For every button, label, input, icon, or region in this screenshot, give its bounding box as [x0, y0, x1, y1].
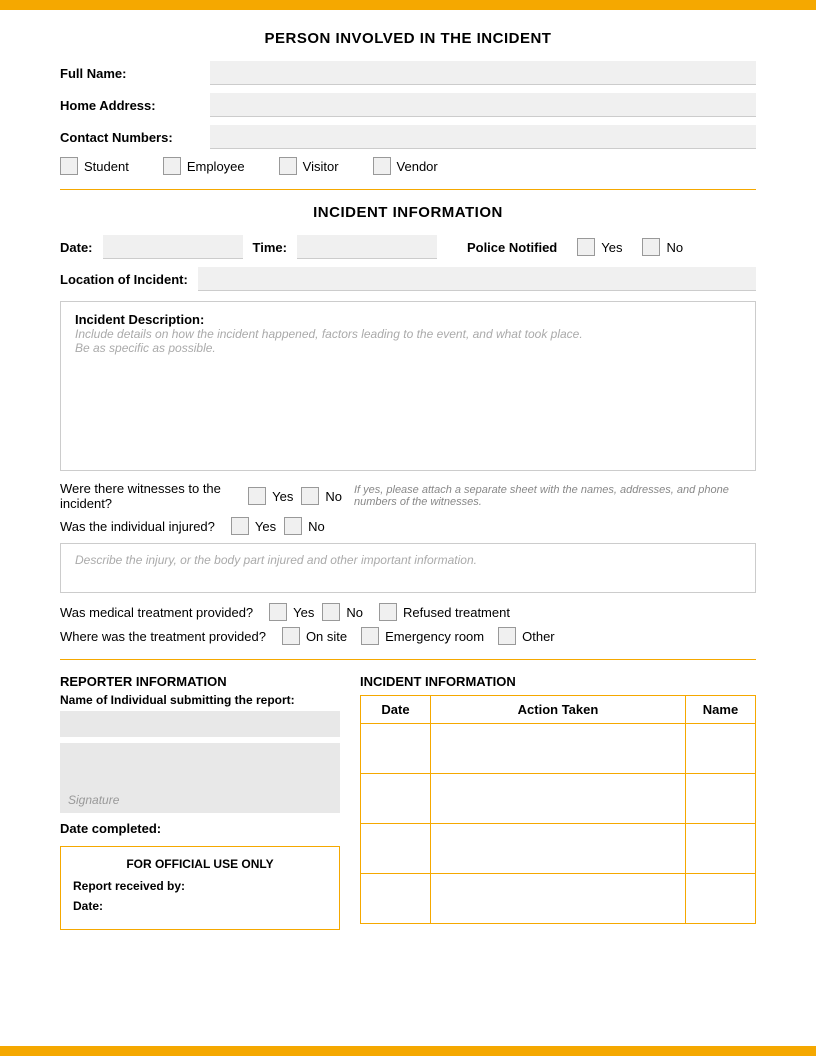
contact-numbers-input[interactable]: [210, 125, 756, 149]
emergency-room-checkbox[interactable]: [361, 627, 379, 645]
injured-yes-label: Yes: [255, 519, 276, 534]
time-input[interactable]: [297, 235, 437, 259]
date-input[interactable]: [103, 235, 243, 259]
witness-label: Were there witnesses to the incident?: [60, 481, 232, 511]
location-label: Location of Incident:: [60, 272, 188, 287]
refused-treatment-label: Refused treatment: [403, 605, 510, 620]
row2-date: [361, 774, 431, 824]
witness-no-label: No: [325, 489, 342, 504]
row3-name: [686, 824, 756, 874]
row4-name: [686, 874, 756, 924]
table-row: [361, 724, 756, 774]
injured-no-checkbox[interactable]: [284, 517, 302, 535]
table-row: [361, 774, 756, 824]
table-row: [361, 824, 756, 874]
date-completed-label: Date completed:: [60, 821, 161, 836]
employee-label: Employee: [187, 159, 245, 174]
official-date-label: Date:: [73, 899, 103, 913]
time-label: Time:: [253, 240, 287, 255]
row2-name: [686, 774, 756, 824]
medical-yes-label: Yes: [293, 605, 314, 620]
home-address-input[interactable]: [210, 93, 756, 117]
witness-yes-label: Yes: [272, 489, 293, 504]
row3-date: [361, 824, 431, 874]
on-site-label: On site: [306, 629, 347, 644]
medical-yes-checkbox[interactable]: [269, 603, 287, 621]
report-received-label: Report received by:: [73, 879, 185, 893]
table-row: [361, 874, 756, 924]
row3-action: [431, 824, 686, 874]
contact-numbers-label: Contact Numbers:: [60, 130, 210, 145]
divider-2: [60, 659, 756, 660]
injury-placeholder: Describe the injury, or the body part in…: [75, 553, 477, 567]
description-box: Incident Description: Include details on…: [60, 301, 756, 471]
witness-yes-checkbox[interactable]: [248, 487, 266, 505]
employee-checkbox-group: Employee: [163, 157, 245, 175]
injured-no-label: No: [308, 519, 325, 534]
person-section-title: PERSON INVOLVED IN THE INCIDENT: [60, 30, 756, 47]
col-action-taken: Action Taken: [431, 696, 686, 724]
police-no-label: No: [666, 240, 683, 255]
police-no-checkbox[interactable]: [642, 238, 660, 256]
action-table: Date Action Taken Name: [360, 695, 756, 924]
witness-no-checkbox[interactable]: [301, 487, 319, 505]
visitor-label: Visitor: [303, 159, 339, 174]
injury-box: Describe the injury, or the body part in…: [60, 543, 756, 593]
full-name-input[interactable]: [210, 61, 756, 85]
treatment-location-label: Where was the treatment provided?: [60, 629, 266, 644]
home-address-label: Home Address:: [60, 98, 210, 113]
injured-yes-checkbox[interactable]: [231, 517, 249, 535]
medical-no-checkbox[interactable]: [322, 603, 340, 621]
location-input[interactable]: [198, 267, 756, 291]
row4-date: [361, 874, 431, 924]
student-checkbox[interactable]: [60, 157, 78, 175]
vendor-label: Vendor: [397, 159, 438, 174]
row1-action: [431, 724, 686, 774]
official-title: FOR OFFICIAL USE ONLY: [73, 857, 327, 871]
other-checkbox[interactable]: [498, 627, 516, 645]
vendor-checkbox-group: Vendor: [373, 157, 438, 175]
description-placeholder: Include details on how the incident happ…: [75, 327, 741, 355]
reporter-name-input[interactable]: [60, 711, 340, 737]
row4-action: [431, 874, 686, 924]
on-site-checkbox[interactable]: [282, 627, 300, 645]
incident-action-title: INCIDENT INFORMATION: [360, 674, 756, 689]
visitor-checkbox[interactable]: [279, 157, 297, 175]
vendor-checkbox[interactable]: [373, 157, 391, 175]
student-label: Student: [84, 159, 129, 174]
incident-section-title: INCIDENT INFORMATION: [60, 204, 756, 221]
student-checkbox-group: Student: [60, 157, 129, 175]
visitor-checkbox-group: Visitor: [279, 157, 339, 175]
refused-treatment-checkbox[interactable]: [379, 603, 397, 621]
row1-date: [361, 724, 431, 774]
full-name-label: Full Name:: [60, 66, 210, 81]
police-notified-label: Police Notified: [467, 240, 557, 255]
top-bar: [0, 0, 816, 10]
description-label: Incident Description:: [75, 312, 204, 327]
divider-1: [60, 189, 756, 190]
reporter-name-label: Name of Individual submitting the report…: [60, 693, 340, 707]
signature-placeholder: Signature: [68, 793, 119, 807]
police-yes-checkbox[interactable]: [577, 238, 595, 256]
reporter-section-title: REPORTER INFORMATION: [60, 674, 340, 689]
witness-note: If yes, please attach a separate sheet w…: [354, 484, 756, 508]
col-name: Name: [686, 696, 756, 724]
row1-name: [686, 724, 756, 774]
other-label: Other: [522, 629, 555, 644]
bottom-bar: [0, 1046, 816, 1056]
injured-label: Was the individual injured?: [60, 519, 215, 534]
official-date-row: Date:: [73, 899, 327, 913]
row2-action: [431, 774, 686, 824]
emergency-room-label: Emergency room: [385, 629, 484, 644]
date-label: Date:: [60, 240, 93, 255]
employee-checkbox[interactable]: [163, 157, 181, 175]
report-received-row: Report received by:: [73, 879, 327, 893]
official-use-box: FOR OFFICIAL USE ONLY Report received by…: [60, 846, 340, 930]
medical-treatment-label: Was medical treatment provided?: [60, 605, 253, 620]
col-date: Date: [361, 696, 431, 724]
medical-no-label: No: [346, 605, 363, 620]
signature-box: Signature: [60, 743, 340, 813]
police-yes-label: Yes: [601, 240, 622, 255]
